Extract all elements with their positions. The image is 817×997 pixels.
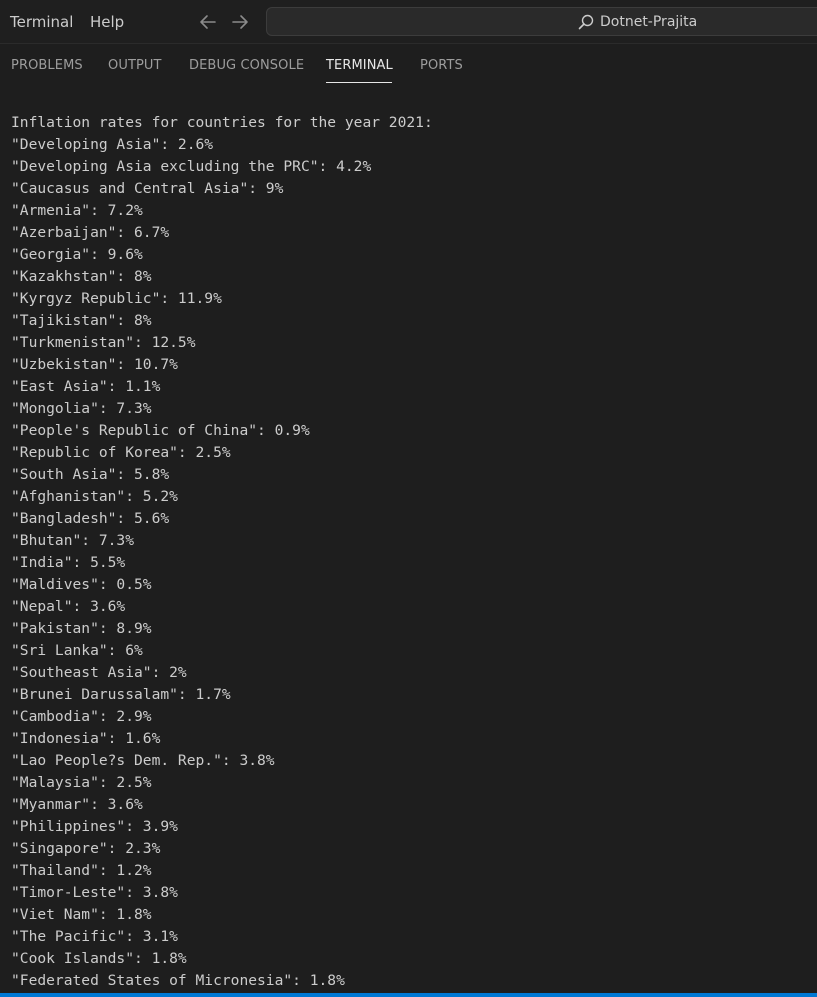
terminal-line: "Kazakhstan": 8% (11, 268, 152, 285)
terminal-line: "Nepal": 3.6% (11, 598, 126, 615)
tab-output[interactable]: OUTPUT (108, 58, 162, 74)
terminal-line: "Brunei Darussalam": 1.7% (11, 686, 231, 703)
title-bar: Terminal Help Dotnet-Prajita (0, 0, 817, 44)
terminal-line: "Pakistan": 8.9% (11, 620, 152, 637)
menu-help[interactable]: Help (90, 12, 124, 32)
tab-debug-console[interactable]: DEBUG CONSOLE (189, 58, 304, 74)
terminal-line: "Philippines": 3.9% (11, 818, 178, 835)
status-bar (0, 993, 817, 997)
command-center-search[interactable]: Dotnet-Prajita (266, 7, 817, 36)
panel-tab-bar: PROBLEMS OUTPUT DEBUG CONSOLE TERMINAL P… (0, 44, 817, 88)
terminal-line: "South Asia": 5.8% (11, 466, 170, 483)
terminal-line: "Developing Asia excluding the PRC": 4.2… (11, 158, 372, 175)
terminal-line: "Bangladesh": 5.6% (11, 510, 170, 527)
terminal-line: "India": 5.5% (11, 554, 126, 571)
terminal-line: "Developing Asia": 2.6% (11, 136, 214, 153)
tab-terminal[interactable]: TERMINAL (326, 58, 393, 74)
terminal-line: "Malaysia": 2.5% (11, 774, 152, 791)
terminal-line: "Mongolia": 7.3% (11, 400, 152, 417)
terminal-output[interactable]: Inflation rates for countries for the ye… (11, 112, 811, 992)
terminal-line: "Georgia": 9.6% (11, 246, 143, 263)
terminal-line: "Singapore": 2.3% (11, 840, 161, 857)
active-tab-indicator (326, 82, 392, 83)
terminal-line: Inflation rates for countries for the ye… (11, 114, 433, 131)
terminal-line: "Lao People?s Dem. Rep.": 3.8% (11, 752, 275, 769)
terminal-line: "Kyrgyz Republic": 11.9% (11, 290, 222, 307)
arrow-right-icon[interactable] (229, 11, 251, 33)
terminal-line: "The Pacific": 3.1% (11, 928, 178, 945)
terminal-line: "Sri Lanka": 6% (11, 642, 143, 659)
search-icon (578, 14, 594, 30)
menu-terminal[interactable]: Terminal (10, 12, 73, 32)
arrow-left-icon[interactable] (197, 11, 219, 33)
terminal-line: "Turkmenistan": 12.5% (11, 334, 196, 351)
terminal-line: "Indonesia": 1.6% (11, 730, 161, 747)
terminal-line: "Maldives": 0.5% (11, 576, 152, 593)
terminal-line: "Cambodia": 2.9% (11, 708, 152, 725)
terminal-line: "Azerbaijan": 6.7% (11, 224, 170, 241)
terminal-line: "Bhutan": 7.3% (11, 532, 135, 549)
terminal-line: "Tajikistan": 8% (11, 312, 152, 329)
tab-ports[interactable]: PORTS (420, 58, 463, 74)
terminal-line: "Timor-Leste": 3.8% (11, 884, 178, 901)
terminal-line: "People's Republic of China": 0.9% (11, 422, 310, 439)
terminal-line: "Cook Islands": 1.8% (11, 950, 187, 967)
terminal-line: "Uzbekistan": 10.7% (11, 356, 178, 373)
terminal-line: "East Asia": 1.1% (11, 378, 161, 395)
terminal-line: "Southeast Asia": 2% (11, 664, 187, 681)
terminal-line: "Viet Nam": 1.8% (11, 906, 152, 923)
workspace-name: Dotnet-Prajita (600, 14, 698, 30)
terminal-line: "Thailand": 1.2% (11, 862, 152, 879)
terminal-line: "Myanmar": 3.6% (11, 796, 143, 813)
terminal-line: "Armenia": 7.2% (11, 202, 143, 219)
terminal-line: "Caucasus and Central Asia": 9% (11, 180, 284, 197)
terminal-line: "Republic of Korea": 2.5% (11, 444, 231, 461)
terminal-line: "Afghanistan": 5.2% (11, 488, 178, 505)
terminal-line: "Federated States of Micronesia": 1.8% (11, 972, 345, 989)
tab-problems[interactable]: PROBLEMS (11, 58, 83, 74)
